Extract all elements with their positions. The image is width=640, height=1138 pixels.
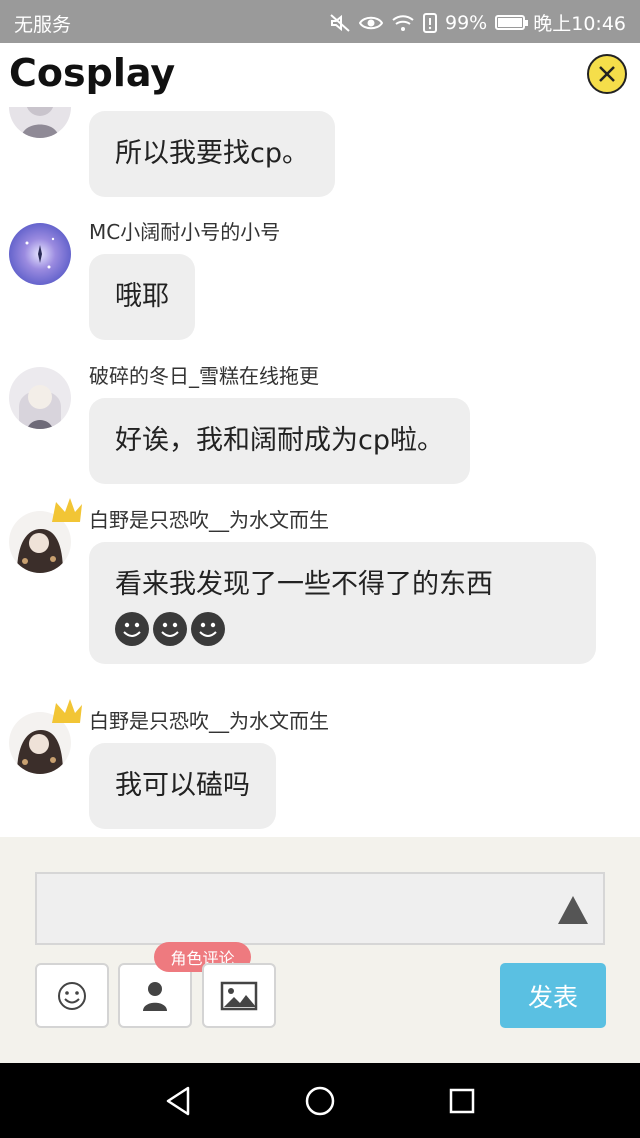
header: Cosplay xyxy=(0,43,640,107)
image-icon xyxy=(220,981,258,1010)
page-title: Cosplay xyxy=(9,51,176,95)
composer: 角色评论 发表 xyxy=(0,837,640,1063)
crown-icon xyxy=(52,699,82,723)
sim-alert-icon xyxy=(423,12,437,33)
grinning-emoji-icon xyxy=(115,612,149,646)
sender-name: 破碎的冬日_雪糕在线拖更 xyxy=(89,364,319,388)
message-list[interactable]: 所以我要找cp。 MC小阔耐小号的小号 哦耶 破碎的冬日_雪糕在线拖更 好诶，我… xyxy=(0,107,640,837)
recents-button[interactable] xyxy=(443,1082,481,1120)
message-bubble: 所以我要找cp。 xyxy=(89,111,335,197)
grinning-emoji-icon xyxy=(153,612,187,646)
system-nav-bar xyxy=(0,1063,640,1138)
message-text: 所以我要找cp。 xyxy=(115,138,309,169)
sender-name: MC小阔耐小号的小号 xyxy=(89,220,281,244)
triangle-up-icon[interactable] xyxy=(557,895,589,925)
message-text: 哦耶 xyxy=(115,281,169,312)
status-icons: 99% 晚上10:46 xyxy=(329,9,626,36)
message-text: 好诶，我和阔耐成为cp啦。 xyxy=(115,425,444,456)
avatar[interactable] xyxy=(9,223,71,285)
clock: 晚上10:46 xyxy=(533,13,626,35)
recents-square-icon xyxy=(449,1088,475,1114)
battery-icon xyxy=(495,15,529,30)
status-bar: 无服务 99% 晚上10:46 xyxy=(0,0,640,43)
person-icon xyxy=(143,981,167,1011)
avatar[interactable] xyxy=(9,107,71,138)
chat-page: 无服务 99% 晚上10:46 Cosplay 所以我要找cp。 MC小阔耐小号… xyxy=(0,0,640,1138)
image-button[interactable] xyxy=(202,963,276,1028)
sender-name: 白野是只恐吹__为水文而生 xyxy=(89,508,329,532)
emoji-row xyxy=(115,610,570,646)
carrier-text: 无服务 xyxy=(14,14,72,36)
message-bubble: 哦耶 xyxy=(89,254,195,340)
comment-input[interactable] xyxy=(35,872,605,945)
close-button[interactable] xyxy=(587,54,627,94)
message-bubble: 好诶，我和阔耐成为cp啦。 xyxy=(89,398,470,484)
emoji-button[interactable] xyxy=(35,963,109,1028)
home-button[interactable] xyxy=(301,1082,339,1120)
message-text: 我可以磕吗 xyxy=(115,770,250,801)
back-button[interactable] xyxy=(159,1082,197,1120)
publish-button[interactable]: 发表 xyxy=(500,963,606,1028)
close-icon xyxy=(599,66,615,82)
smiley-icon xyxy=(58,981,86,1010)
battery-percent: 99% xyxy=(445,11,488,34)
wifi-icon xyxy=(392,14,414,31)
message-bubble: 我可以磕吗 xyxy=(89,743,276,829)
message-bubble: 看来我发现了一些不得了的东西 xyxy=(89,542,596,664)
grinning-emoji-icon xyxy=(191,612,225,646)
message-text: 看来我发现了一些不得了的东西 xyxy=(115,569,493,600)
eye-icon xyxy=(359,16,383,29)
crown-icon xyxy=(52,498,82,522)
home-circle-icon xyxy=(305,1086,335,1116)
sender-name: 白野是只恐吹__为水文而生 xyxy=(89,709,329,733)
role-comment-button[interactable] xyxy=(118,963,192,1028)
mute-icon xyxy=(330,13,350,32)
avatar[interactable] xyxy=(9,367,71,429)
back-triangle-icon xyxy=(166,1086,190,1116)
